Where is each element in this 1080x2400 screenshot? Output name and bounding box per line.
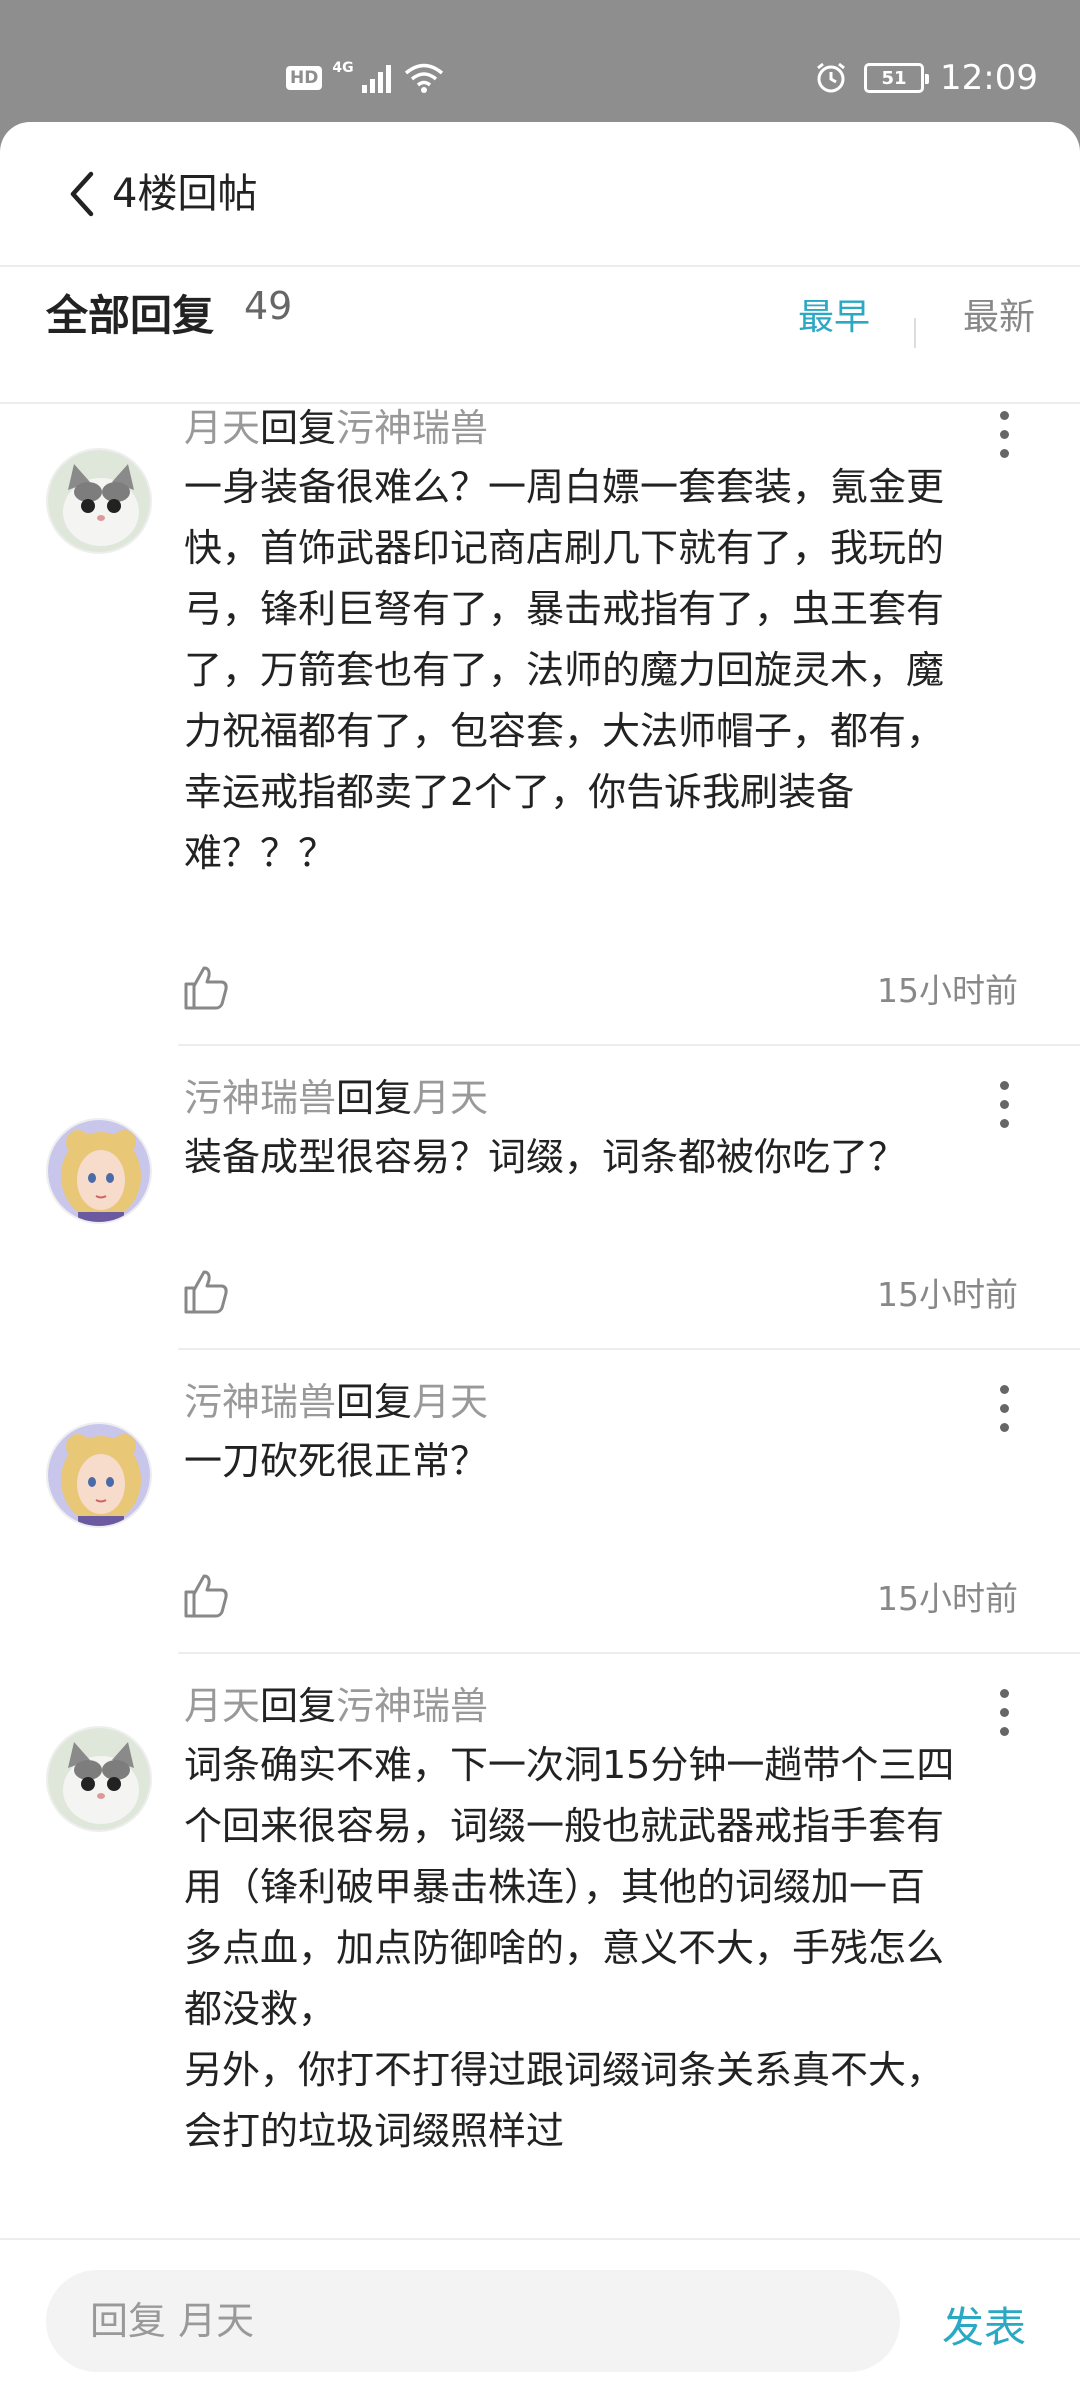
comment-text: 装备成型很容易？词缀，词条都被你吃了？	[184, 1135, 907, 1179]
like-button[interactable]	[182, 1572, 230, 1620]
comment-header: 污神瑞兽回复月天	[184, 1376, 488, 1428]
network-type: 4G	[332, 60, 354, 76]
back-button[interactable]	[52, 164, 112, 224]
alarm-icon	[817, 62, 845, 93]
comment-text: 词条确实不难，下一次洞15分钟一趟带个三四 个回来很容易，词缀一般也就武器戒指手…	[184, 1743, 955, 2153]
comment-header: 污神瑞兽回复月天	[184, 1072, 488, 1124]
page-title: 4楼回帖	[112, 171, 258, 217]
thumbs-up-icon	[184, 1574, 228, 1618]
comment-divider	[178, 1044, 1080, 1046]
more-options-button[interactable]	[984, 404, 1024, 464]
status-bar: HD 4G 51 12:09	[0, 0, 1080, 124]
more-dot	[999, 1688, 1009, 1698]
reply-target[interactable]: 污神瑞兽	[336, 1684, 488, 1728]
reply-target[interactable]: 月天	[412, 1076, 488, 1120]
more-dot	[999, 1099, 1009, 1109]
status-icons-left: HD 4G	[286, 58, 444, 98]
reply-target[interactable]: 污神瑞兽	[336, 406, 488, 450]
cat-avatar-icon	[48, 450, 150, 552]
comment-text: 一刀砍死很正常？	[184, 1439, 489, 1483]
post-button[interactable]: 发表	[942, 2294, 1026, 2355]
more-dot	[999, 410, 1009, 420]
more-dot	[999, 1403, 1009, 1413]
sort-divider	[0, 402, 1080, 404]
comment-time: 15小时前	[877, 971, 1018, 1010]
cat-avatar-icon	[48, 1728, 150, 1830]
more-options-button[interactable]	[984, 1378, 1024, 1438]
comment-time: 15小时前	[877, 1579, 1018, 1618]
comment-divider	[178, 1652, 1080, 1654]
reply-verb: 回复	[336, 1076, 413, 1120]
wifi-icon	[404, 63, 443, 93]
avatar[interactable]	[46, 448, 152, 554]
comment-text: 一身装备很难么？一周白嫖一套套装，氪金更 快，首饰武器印记商店刷几下就有了，我玩…	[184, 465, 945, 875]
comment-header: 月天回复污神瑞兽	[184, 402, 488, 454]
header-divider	[0, 265, 1080, 267]
more-options-button[interactable]	[984, 1682, 1024, 1742]
sort-earliest-tab[interactable]: 最早	[798, 288, 870, 340]
reply-input[interactable]	[46, 2270, 900, 2372]
comment-author[interactable]: 月天	[184, 1684, 260, 1728]
comment-time: 15小时前	[877, 1275, 1018, 1314]
like-button[interactable]	[182, 1268, 230, 1316]
reply-verb: 回复	[260, 1684, 337, 1728]
anime-girl-avatar-icon	[48, 1424, 150, 1526]
more-dot	[999, 429, 1009, 439]
anime-girl-avatar-icon	[48, 1120, 150, 1222]
thumbs-up-icon	[184, 966, 228, 1010]
like-button[interactable]	[182, 964, 230, 1012]
status-time: 12:09	[940, 58, 1038, 98]
reply-verb: 回复	[260, 406, 337, 450]
reply-verb: 回复	[336, 1380, 413, 1424]
status-icons-right: 51 12:09	[814, 56, 1038, 100]
comment-author[interactable]: 月天	[184, 406, 260, 450]
battery-level: 51	[881, 67, 907, 89]
signal-icon	[361, 65, 391, 93]
more-dot	[999, 1384, 1009, 1394]
avatar[interactable]	[46, 1726, 152, 1832]
more-dot	[999, 1707, 1009, 1717]
avatar[interactable]	[46, 1422, 152, 1528]
thumbs-up-icon	[184, 1270, 228, 1314]
comment-header: 月天回复污神瑞兽	[184, 1680, 488, 1732]
reply-count: 49	[244, 284, 293, 328]
reply-target[interactable]: 月天	[412, 1380, 488, 1424]
more-options-button[interactable]	[984, 1074, 1024, 1134]
chevron-left-icon	[70, 171, 94, 217]
comment-author[interactable]: 污神瑞兽	[184, 1076, 336, 1120]
all-replies-label: 全部回复	[46, 291, 215, 340]
hd-icon: HD	[286, 66, 323, 90]
sort-separator	[914, 318, 916, 348]
more-dot	[999, 1080, 1009, 1090]
sort-latest-tab[interactable]: 最新	[963, 288, 1035, 340]
reply-sheet: 4楼回帖 全部回复 49 最早 最新 月天回复污神瑞兽 一身装备很难么？一周白嫖…	[0, 122, 1080, 2400]
avatar[interactable]	[46, 1118, 152, 1224]
comment-author[interactable]: 污神瑞兽	[184, 1380, 336, 1424]
battery-icon: 51	[864, 63, 930, 93]
comment-divider	[178, 1348, 1080, 1350]
